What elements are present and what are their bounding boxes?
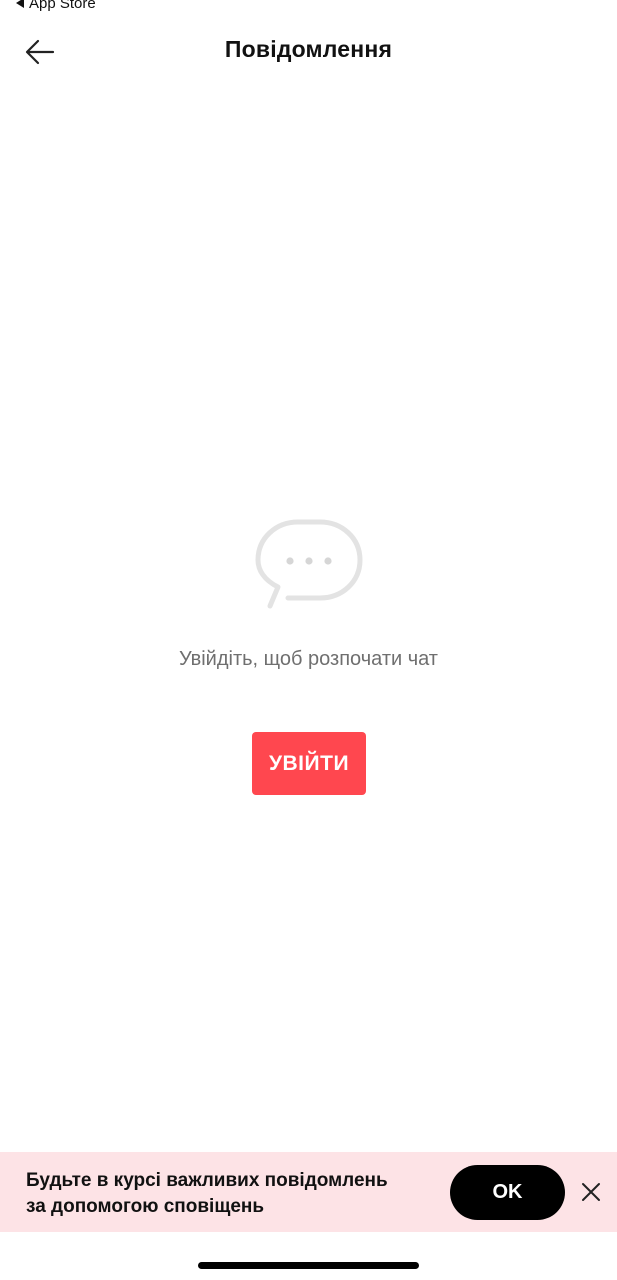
header: Повідомлення bbox=[0, 20, 617, 82]
ok-button[interactable]: OK bbox=[450, 1165, 565, 1220]
back-triangle-icon bbox=[16, 0, 24, 8]
close-button[interactable] bbox=[576, 1177, 606, 1207]
chat-bubble-icon bbox=[254, 518, 364, 614]
home-indicator[interactable] bbox=[198, 1262, 419, 1269]
notification-banner: Будьте в курсі важливих повідомлень за д… bbox=[0, 1152, 617, 1232]
notification-line-2: за допомогою сповіщень bbox=[26, 1196, 265, 1217]
status-back-to-app[interactable]: App Store bbox=[16, 0, 96, 12]
close-icon bbox=[582, 1183, 600, 1201]
notification-message: Будьте в курсі важливих повідомлень за д… bbox=[26, 1168, 436, 1220]
empty-state-message: Увійдіть, щоб розпочати чат bbox=[179, 648, 438, 670]
notification-line-1: Будьте в курсі важливих повідомлень bbox=[26, 1170, 388, 1191]
page-title: Повідомлення bbox=[224, 36, 393, 62]
login-button[interactable]: УВІЙТИ bbox=[252, 732, 366, 795]
status-back-label: App Store bbox=[29, 0, 96, 12]
